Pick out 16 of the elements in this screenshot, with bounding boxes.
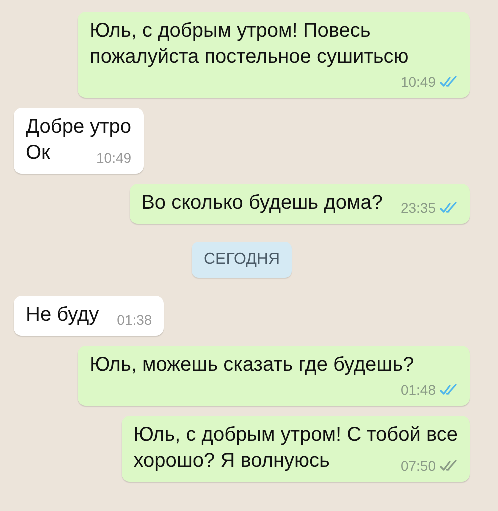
message-text: Юль, можешь сказать где будешь?	[90, 353, 414, 378]
message-text: Добре утро	[26, 115, 132, 140]
message-time: 07:50	[400, 458, 436, 474]
message-time: 01:48	[400, 382, 436, 398]
message-text: хорошо? Я волнуюсь	[134, 449, 330, 474]
message-time: 23:35	[400, 200, 436, 216]
message-text: Во сколько будешь дома?	[142, 191, 383, 216]
message-text: Юль, с добрым утром! С тобой все	[134, 423, 458, 448]
message-text: Не буду	[26, 303, 100, 328]
message-text: пожалуйста постельное сушитьсю	[90, 45, 409, 70]
date-label: СЕГОДНЯ	[192, 242, 292, 278]
message-time: 01:38	[117, 312, 152, 328]
message-time: 10:49	[400, 74, 436, 90]
message-text: Юль, с добрым утром! Повесь	[90, 19, 372, 44]
message-time: 10:49	[96, 150, 132, 166]
message-text: Ок	[26, 141, 50, 166]
